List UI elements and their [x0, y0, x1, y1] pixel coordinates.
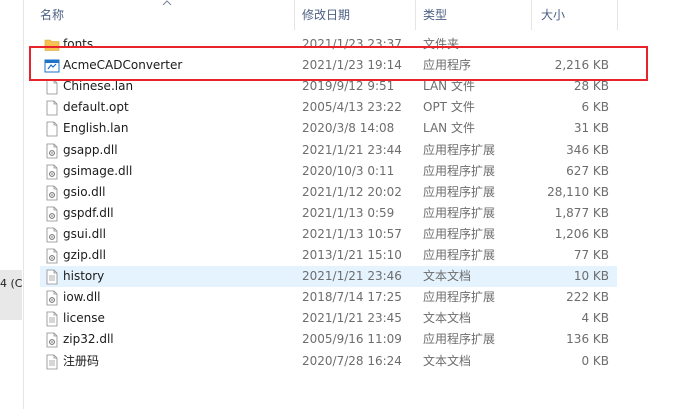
- file-icon: [44, 100, 60, 116]
- dll-icon: [44, 206, 60, 222]
- file-name: iow.dll: [63, 290, 101, 304]
- file-icon: [44, 121, 60, 137]
- file-type: 应用程序扩展: [423, 164, 496, 178]
- column-divider[interactable]: [294, 0, 295, 30]
- file-size: 1,206 KB: [554, 227, 609, 241]
- file-row[interactable]: history 2021/1/21 23:46 文本文档 10 KB: [40, 266, 617, 287]
- text-file-icon: [44, 311, 60, 327]
- file-row[interactable]: gspdf.dll 2021/1/13 0:59 应用程序扩展 1,877 KB: [40, 203, 617, 224]
- file-name: gspdf.dll: [63, 206, 114, 220]
- column-divider[interactable]: [617, 0, 618, 30]
- file-name: gsui.dll: [63, 227, 106, 241]
- file-type: 应用程序扩展: [423, 185, 496, 199]
- file-date-modified: 2005/9/16 11:09: [302, 332, 402, 346]
- file-size: 0 KB: [581, 354, 609, 368]
- dll-icon: [44, 332, 60, 348]
- file-type: 应用程序扩展: [423, 206, 496, 220]
- file-size: 627 KB: [566, 164, 609, 178]
- text-file-icon: [44, 354, 60, 370]
- file-row[interactable]: license 2021/1/21 23:45 文本文档 4 KB: [40, 308, 617, 329]
- file-size: 222 KB: [566, 290, 609, 304]
- sort-ascending-icon: [162, 0, 172, 6]
- nav-item-label-fragment: 4 (C: [0, 277, 23, 290]
- dll-icon: [44, 185, 60, 201]
- file-date-modified: 2020/3/8 14:08: [302, 121, 395, 135]
- file-size: 28,110 KB: [547, 185, 609, 199]
- column-header-bar: 名称 修改日期 类型 大小: [23, 0, 686, 30]
- file-name: gzip.dll: [63, 248, 106, 262]
- file-date-modified: 2021/1/13 10:57: [302, 227, 402, 241]
- file-type: LAN 文件: [423, 121, 475, 135]
- file-size: 77 KB: [573, 248, 609, 262]
- file-type: OPT 文件: [423, 100, 475, 114]
- dll-icon: [44, 143, 60, 159]
- file-name: 注册码: [63, 354, 100, 368]
- file-date-modified: 2005/4/13 23:22: [302, 100, 402, 114]
- file-type: 应用程序扩展: [423, 332, 496, 346]
- file-icon: [44, 79, 60, 95]
- dll-icon: [44, 164, 60, 180]
- file-type: 应用程序扩展: [423, 290, 496, 304]
- file-date-modified: 2021/1/21 23:45: [302, 311, 402, 325]
- file-date-modified: 2021/1/21 23:44: [302, 143, 402, 157]
- column-header-type[interactable]: 类型: [423, 0, 447, 30]
- file-row[interactable]: gsio.dll 2021/1/12 20:02 应用程序扩展 28,110 KB: [40, 182, 617, 203]
- file-name: default.opt: [63, 100, 129, 114]
- dll-icon: [44, 227, 60, 243]
- file-name: gsimage.dll: [63, 164, 133, 178]
- file-date-modified: 2013/1/21 15:10: [302, 248, 402, 262]
- file-date-modified: 2021/1/12 20:02: [302, 185, 402, 199]
- file-row[interactable]: gsimage.dll 2020/10/3 0:11 应用程序扩展 627 KB: [40, 161, 617, 182]
- file-name: gsio.dll: [63, 185, 106, 199]
- file-row[interactable]: English.lan 2020/3/8 14:08 LAN 文件 31 KB: [40, 118, 617, 139]
- file-date-modified: 2021/1/21 23:46: [302, 269, 402, 283]
- file-date-modified: 2021/1/13 0:59: [302, 206, 395, 220]
- file-name: gsapp.dll: [63, 143, 118, 157]
- file-size: 6 KB: [581, 100, 609, 114]
- file-date-modified: 2020/10/3 0:11: [302, 164, 395, 178]
- file-type: 文本文档: [423, 354, 472, 368]
- text-file-icon: [44, 269, 60, 285]
- file-row[interactable]: gsapp.dll 2021/1/21 23:44 应用程序扩展 346 KB: [40, 140, 617, 161]
- annotation-highlight-box: [29, 46, 648, 81]
- file-size: 1,877 KB: [554, 206, 609, 220]
- file-row[interactable]: gzip.dll 2013/1/21 15:10 应用程序扩展 77 KB: [40, 245, 617, 266]
- file-row[interactable]: gsui.dll 2021/1/13 10:57 应用程序扩展 1,206 KB: [40, 224, 617, 245]
- file-name: zip32.dll: [63, 332, 114, 346]
- dll-icon: [44, 290, 60, 306]
- column-divider[interactable]: [531, 0, 532, 30]
- file-type: 应用程序扩展: [423, 227, 496, 241]
- file-size: 4 KB: [581, 311, 609, 325]
- file-name: history: [63, 269, 105, 283]
- file-row[interactable]: default.opt 2005/4/13 23:22 OPT 文件 6 KB: [40, 97, 617, 118]
- column-header-size[interactable]: 大小: [541, 0, 565, 30]
- column-divider[interactable]: [415, 0, 416, 30]
- file-type: 文本文档: [423, 269, 472, 283]
- file-row[interactable]: 注册码 2020/7/28 16:24 文本文档 0 KB: [40, 351, 617, 372]
- column-header-date[interactable]: 修改日期: [302, 0, 350, 30]
- file-date-modified: 2018/7/14 17:25: [302, 290, 402, 304]
- navigation-pane[interactable]: 4 (C: [0, 0, 24, 409]
- file-size: 31 KB: [573, 121, 609, 135]
- file-date-modified: 2020/7/28 16:24: [302, 354, 402, 368]
- file-size: 136 KB: [566, 332, 609, 346]
- file-size: 346 KB: [566, 143, 609, 157]
- file-type: 应用程序扩展: [423, 248, 496, 262]
- file-name: English.lan: [63, 121, 129, 135]
- file-row[interactable]: iow.dll 2018/7/14 17:25 应用程序扩展 222 KB: [40, 287, 617, 308]
- file-type: 应用程序扩展: [423, 143, 496, 157]
- file-name: license: [63, 311, 105, 325]
- dll-icon: [44, 248, 60, 264]
- column-header-name[interactable]: 名称: [40, 0, 64, 30]
- file-type: 文本文档: [423, 311, 472, 325]
- file-size: 10 KB: [573, 269, 609, 283]
- file-row[interactable]: zip32.dll 2005/9/16 11:09 应用程序扩展 136 KB: [40, 329, 617, 350]
